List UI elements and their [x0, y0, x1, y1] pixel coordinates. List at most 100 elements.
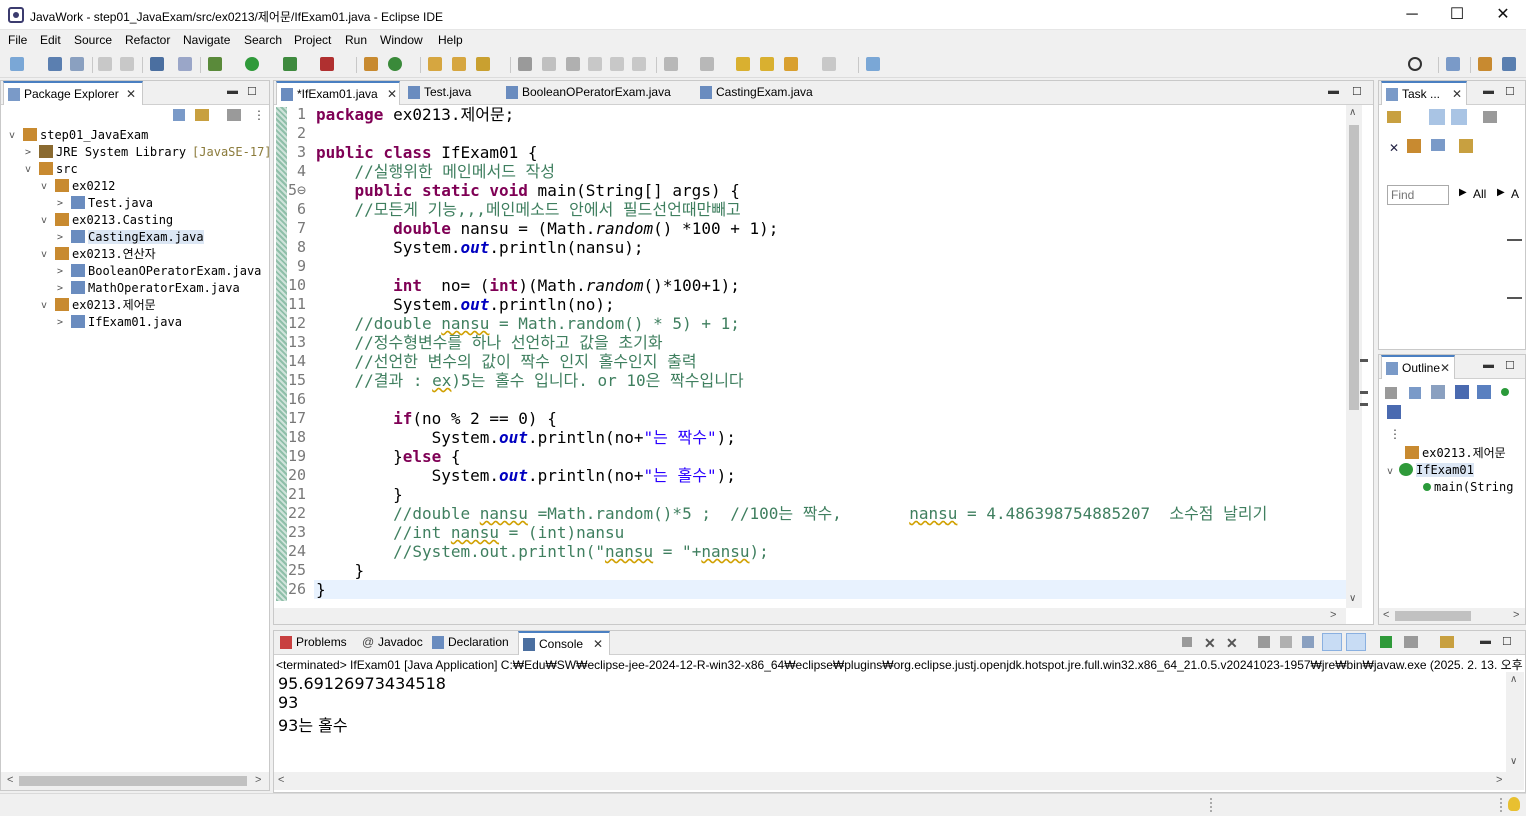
chevron-down-icon[interactable]: v	[41, 178, 47, 195]
chevron-right-icon[interactable]: >	[57, 314, 63, 331]
skip-breakpoints-icon[interactable]	[178, 57, 192, 71]
code-editor[interactable]: 1 package ex0213.제어문; 2 3 public class IfE…	[274, 105, 1346, 608]
maximize-view-icon[interactable]: ☐	[1505, 359, 1515, 372]
minimize-button[interactable]: ─	[1389, 0, 1435, 30]
scroll-lock-icon[interactable]	[1280, 636, 1292, 648]
save-icon[interactable]	[48, 57, 62, 71]
external-tools-icon[interactable]	[320, 57, 334, 71]
minimize-view-icon[interactable]: ▬	[1328, 85, 1339, 97]
save-all-icon[interactable]	[70, 57, 84, 71]
tab-package-explorer[interactable]: Package Explorer ✕	[3, 81, 143, 105]
hide-local-types-icon[interactable]	[1501, 388, 1509, 396]
close-icon[interactable]: ✕	[1452, 83, 1462, 106]
tree-item[interactable]: v ex0212	[41, 178, 115, 195]
chevron-down-icon[interactable]: v	[9, 127, 15, 144]
open-console-icon[interactable]	[1440, 636, 1454, 648]
word-wrap-icon[interactable]	[1302, 636, 1314, 648]
chevron-right-icon[interactable]: >	[57, 280, 63, 297]
view-menu-icon[interactable]: ⋮	[1389, 427, 1401, 441]
filters-icon[interactable]	[227, 109, 241, 121]
tab-console[interactable]: Console ✕	[518, 631, 610, 655]
chevron-right-icon[interactable]: >	[57, 229, 63, 246]
open-folder-icon[interactable]	[452, 57, 466, 71]
tab-task-list[interactable]: Task ... ✕	[1381, 81, 1467, 105]
minimize-view-icon[interactable]: ▬	[1483, 85, 1494, 97]
terminate-icon[interactable]	[1182, 637, 1192, 647]
terminal-icon[interactable]	[150, 57, 164, 71]
tree-item[interactable]: > CastingExam.java	[57, 229, 204, 246]
menu-run[interactable]: Run	[345, 33, 367, 47]
tree-item[interactable]: v ex0213.Casting	[41, 212, 173, 229]
new-java-package-icon[interactable]	[364, 57, 378, 71]
chevron-down-icon[interactable]: v	[41, 212, 47, 229]
maximize-view-icon[interactable]: ☐	[1352, 85, 1362, 98]
menu-search[interactable]: Search	[244, 33, 282, 47]
tree-item[interactable]: v src	[25, 161, 78, 178]
pilcrow-icon[interactable]	[632, 57, 646, 71]
play-icon[interactable]: ▶	[1459, 187, 1467, 198]
tab-castingexam[interactable]: CastingExam.java	[696, 81, 826, 105]
new-java-class-icon[interactable]	[388, 57, 402, 71]
close-button[interactable]: ✕	[1480, 0, 1526, 30]
search-icon[interactable]	[1408, 57, 1422, 71]
collapse-all-icon[interactable]	[1409, 387, 1421, 399]
block-selection-icon[interactable]	[566, 57, 580, 71]
console-horizontal-scrollbar[interactable]: < >	[274, 772, 1524, 790]
tree-item[interactable]: > MathOperatorExam.java	[57, 280, 240, 297]
clear-console-icon[interactable]	[1258, 636, 1270, 648]
task-find-input[interactable]	[1387, 185, 1449, 205]
tree-item[interactable]: > BooleanOPeratorExam.java	[57, 263, 261, 280]
back-icon[interactable]	[784, 57, 798, 71]
forward-icon[interactable]	[822, 57, 836, 71]
next-annotation-icon[interactable]	[664, 57, 678, 71]
sort-icon[interactable]	[1431, 385, 1445, 399]
outline-item-method[interactable]: main(String	[1423, 479, 1513, 496]
run-icon[interactable]	[245, 57, 259, 71]
console-output[interactable]: 95.69126973434518 93 93는 홀수	[274, 672, 1506, 772]
tree-item[interactable]: > IfExam01.java	[57, 314, 182, 331]
close-icon[interactable]: ✕	[126, 83, 136, 106]
chevron-right-icon[interactable]: >	[57, 195, 63, 212]
hide-non-public-icon[interactable]	[1477, 385, 1491, 399]
minimize-view-icon[interactable]: ▬	[1483, 359, 1494, 371]
open-task-icon[interactable]	[476, 57, 490, 71]
collapse-all-icon[interactable]	[173, 109, 185, 121]
link-icon[interactable]	[1387, 405, 1401, 419]
highlight-icon[interactable]	[542, 57, 556, 71]
tab-javadoc[interactable]: @ Javadoc	[358, 631, 424, 655]
last-edit-location-icon[interactable]	[736, 57, 750, 71]
view-menu-icon[interactable]: ⋮	[253, 108, 265, 122]
show-on-output-icon[interactable]	[1322, 633, 1342, 651]
chevron-down-icon[interactable]: v	[41, 246, 47, 263]
sync-icon[interactable]	[1459, 139, 1473, 153]
maximize-button[interactable]: ☐	[1434, 0, 1480, 30]
tab-declaration[interactable]: Declaration	[428, 631, 514, 655]
menu-file[interactable]: File	[8, 33, 27, 47]
undo-icon[interactable]	[98, 57, 112, 71]
outline-item-package[interactable]: ex0213.제어문	[1405, 445, 1506, 462]
previous-annotation-icon[interactable]	[700, 57, 714, 71]
scrollbar-thumb[interactable]	[1395, 611, 1471, 621]
menu-navigate[interactable]: Navigate	[183, 33, 230, 47]
scrollbar-thumb[interactable]	[19, 776, 247, 786]
menu-source[interactable]: Source	[74, 33, 112, 47]
maximize-view-icon[interactable]: ☐	[1505, 85, 1515, 98]
categorized-icon[interactable]	[1429, 109, 1445, 125]
hide-fields-icon[interactable]	[1385, 387, 1397, 399]
focus-icon[interactable]	[1483, 111, 1497, 123]
close-icon[interactable]: ✕	[593, 633, 603, 656]
new-icon[interactable]	[10, 57, 24, 71]
remove-launch-icon[interactable]: ✕	[1204, 635, 1216, 652]
show-on-error-icon[interactable]	[1346, 633, 1366, 651]
collapse-icon[interactable]	[1431, 139, 1445, 151]
outline-item-class[interactable]: v IfExam01	[1387, 462, 1474, 479]
tab-problems[interactable]: Problems	[276, 631, 352, 655]
chevron-right-icon[interactable]: >	[57, 263, 63, 280]
java-perspective-icon[interactable]	[1502, 57, 1516, 71]
minimize-view-icon[interactable]: ▬	[227, 85, 238, 97]
menu-help[interactable]: Help	[438, 33, 463, 47]
scrollbar-thumb[interactable]	[1349, 125, 1359, 410]
pin-editor-icon[interactable]	[866, 57, 880, 71]
pin-console-icon[interactable]	[1380, 636, 1392, 648]
minimize-view-icon[interactable]: ▬	[1480, 635, 1491, 647]
